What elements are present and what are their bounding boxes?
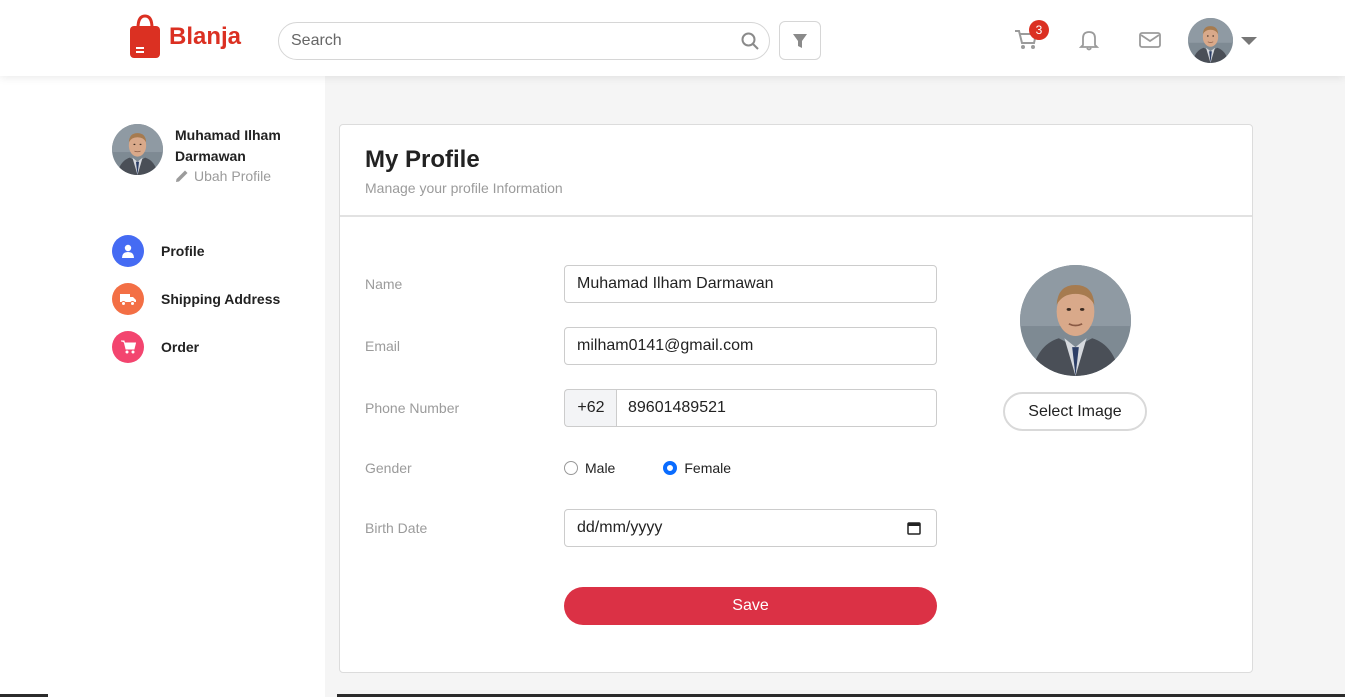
radio-label: Female bbox=[684, 460, 732, 476]
birth-date-field[interactable]: dd/mm/yyyy bbox=[564, 509, 937, 547]
divider bbox=[340, 215, 1252, 217]
date-placeholder: dd/mm/yyyy bbox=[577, 519, 663, 536]
sidebar-item-label: Profile bbox=[161, 243, 205, 259]
phone-prefix: +62 bbox=[564, 389, 617, 427]
gender-label: Gender bbox=[365, 460, 412, 476]
gender-male-radio[interactable]: Male bbox=[564, 460, 615, 476]
cart-icon bbox=[112, 331, 144, 363]
gender-female-radio[interactable]: Female bbox=[663, 460, 731, 476]
profile-avatar bbox=[1020, 265, 1131, 376]
filter-icon bbox=[793, 33, 807, 48]
phone-label: Phone Number bbox=[365, 400, 460, 416]
bell-icon[interactable] bbox=[1077, 29, 1101, 51]
filter-button[interactable] bbox=[779, 21, 821, 60]
birth-date-label: Birth Date bbox=[365, 520, 428, 536]
truck-icon bbox=[112, 283, 144, 315]
sidebar-item-shipping-address[interactable]: Shipping Address bbox=[112, 283, 280, 315]
phone-field[interactable] bbox=[616, 389, 937, 427]
sidebar-avatar bbox=[112, 124, 163, 175]
sidebar-item-label: Shipping Address bbox=[161, 291, 281, 307]
search-bar bbox=[278, 22, 770, 60]
name-field[interactable] bbox=[564, 265, 937, 303]
user-icon bbox=[112, 235, 144, 267]
sidebar-item-label: Order bbox=[161, 339, 200, 355]
profile-card: My Profile Manage your profile Informati… bbox=[339, 124, 1253, 673]
chevron-down-icon[interactable] bbox=[1241, 37, 1257, 45]
shopping-bag-icon bbox=[129, 14, 161, 58]
sidebar-user-name: Muhamad Ilham Darmawan bbox=[175, 127, 281, 164]
name-label: Name bbox=[365, 276, 403, 292]
pencil-icon bbox=[176, 170, 188, 182]
mail-icon[interactable] bbox=[1138, 29, 1162, 51]
edit-profile-link[interactable]: Ubah Profile bbox=[175, 168, 271, 184]
email-label: Email bbox=[365, 338, 401, 354]
sidebar-menu: Profile Shipping Address Order bbox=[112, 235, 280, 379]
sidebar: Muhamad Ilham Darmawan Ubah Profile Prof… bbox=[0, 76, 325, 697]
page-title: My Profile bbox=[365, 146, 480, 173]
radio-checked bbox=[663, 461, 678, 475]
gender-radio-group: Male Female bbox=[564, 460, 779, 476]
brand-logo[interactable]: Blanja bbox=[129, 14, 241, 58]
top-navbar: Blanja 3 bbox=[0, 0, 1345, 76]
radio-unchecked bbox=[564, 461, 578, 475]
brand-name: Blanja bbox=[169, 23, 242, 50]
sidebar-item-profile[interactable]: Profile bbox=[112, 235, 280, 267]
search-input[interactable] bbox=[279, 23, 719, 59]
calendar-icon[interactable] bbox=[907, 521, 921, 535]
email-field[interactable] bbox=[564, 327, 937, 365]
edit-profile-label: Ubah Profile bbox=[194, 168, 272, 184]
search-icon[interactable] bbox=[741, 32, 759, 50]
user-avatar[interactable] bbox=[1188, 18, 1233, 63]
cart-count-badge: 3 bbox=[1029, 20, 1049, 40]
select-image-button[interactable]: Select Image bbox=[1003, 392, 1147, 431]
sidebar-item-order[interactable]: Order bbox=[112, 331, 280, 363]
page-subtitle: Manage your profile Information bbox=[365, 180, 563, 196]
radio-label: Male bbox=[585, 460, 616, 476]
save-button[interactable]: Save bbox=[564, 587, 937, 625]
